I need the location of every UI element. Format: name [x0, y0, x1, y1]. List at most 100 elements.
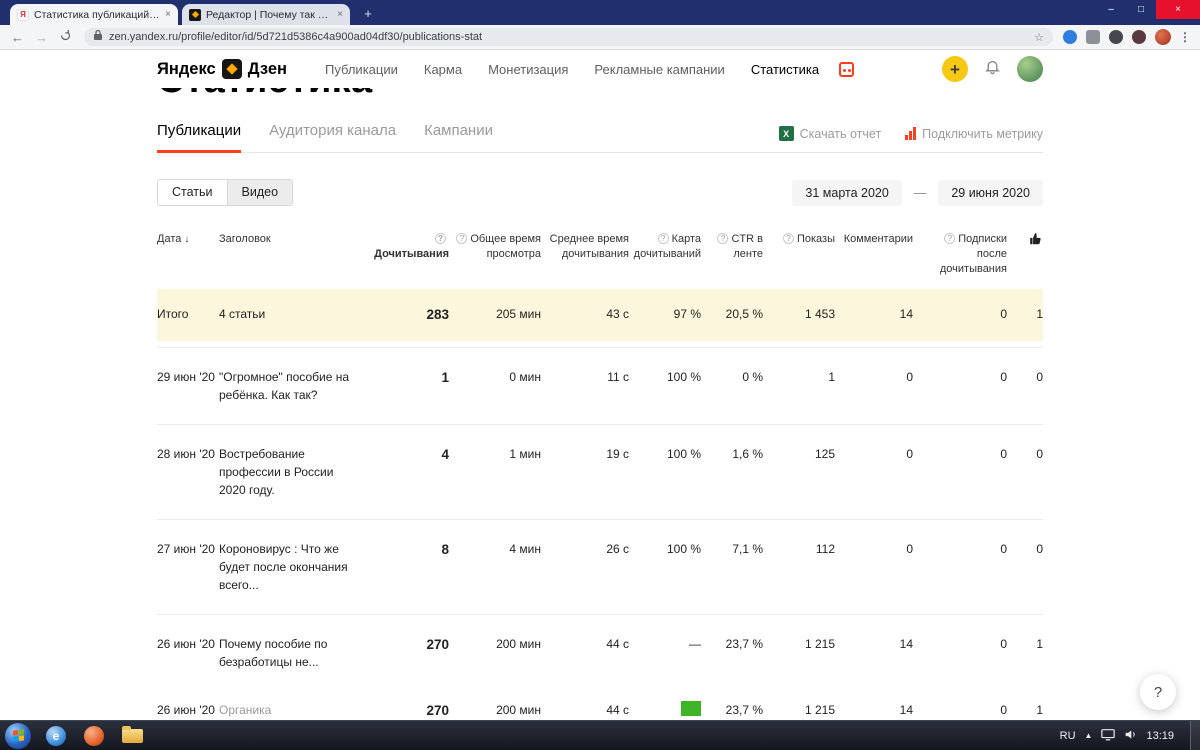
help-icon[interactable]: ?	[717, 233, 729, 244]
help-icon[interactable]: ?	[435, 233, 446, 244]
browser-tab-active[interactable]: Я Статистика публикаций | Яндекс ×	[10, 4, 178, 25]
refresh-icon[interactable]	[59, 29, 72, 45]
cell-likes: 0	[1036, 541, 1043, 556]
sort-desc-icon: ↓	[184, 234, 190, 245]
cell-reads: 4	[441, 446, 449, 462]
taskbar-app-1[interactable]: e	[43, 723, 69, 749]
cell-likes: 1	[1036, 306, 1043, 321]
nav-ad-campaigns[interactable]: Рекламные кампании	[594, 62, 724, 77]
cell-subscriptions: 0	[1000, 306, 1007, 321]
window-maximize-button[interactable]: □	[1126, 0, 1156, 19]
cell-read-map: 100 %	[666, 446, 701, 461]
date-to-picker[interactable]: 29 июня 2020	[938, 179, 1043, 206]
browser-profile-avatar[interactable]	[1155, 29, 1171, 45]
extensions-area	[1063, 29, 1171, 45]
col-date[interactable]: Дата ↓	[157, 232, 219, 277]
browser-menu-icon[interactable]: ⋮	[1179, 30, 1191, 44]
browser-tab-inactive[interactable]: Редактор | Почему так происход ×	[182, 4, 350, 25]
cell-subscriptions: 0	[1000, 446, 1007, 461]
cell-comments: 0	[906, 369, 913, 384]
nav-statistics[interactable]: Статистика	[751, 62, 819, 77]
help-icon[interactable]: ?	[782, 233, 794, 244]
network-monitor-icon[interactable]	[1101, 728, 1116, 744]
cell-date: 28 июн '20	[157, 446, 215, 461]
logo-yandex-text: Яндекс	[157, 59, 216, 78]
col-label: Дата	[157, 233, 182, 245]
back-icon[interactable]: ←	[11, 30, 24, 45]
tab-close-icon[interactable]: ×	[337, 9, 343, 20]
new-tab-button[interactable]: +	[360, 6, 376, 22]
read-map-bar	[680, 700, 701, 716]
tray-expand-icon[interactable]: ▲	[1085, 731, 1093, 740]
date-range-separator: —	[913, 185, 927, 200]
window-close-button[interactable]: ×	[1156, 0, 1200, 19]
language-indicator[interactable]: RU	[1060, 730, 1076, 742]
bookmark-star-icon[interactable]: ☆	[1034, 31, 1044, 44]
nav-monetization[interactable]: Монетизация	[488, 62, 568, 77]
window-minimize-button[interactable]: –	[1096, 0, 1126, 19]
forward-icon[interactable]: →	[35, 30, 48, 45]
start-button[interactable]	[5, 722, 31, 749]
filters-row: Статьи Видео 31 марта 2020 — 29 июня 202…	[157, 179, 1043, 206]
col-comments: Комментарии	[843, 233, 913, 245]
help-icon[interactable]: ?	[657, 233, 669, 244]
help-icon[interactable]: ?	[456, 233, 468, 244]
cell-title: 4 статьи	[219, 306, 266, 321]
address-bar[interactable]: zen.yandex.ru/profile/editor/id/5d721d53…	[84, 28, 1053, 46]
user-avatar[interactable]	[1017, 56, 1043, 82]
tab-campaigns[interactable]: Кампании	[424, 122, 493, 153]
site-header: Яндекс Дзен Публикации Карма Монетизация…	[0, 50, 1200, 88]
tab-publications[interactable]: Публикации	[157, 122, 242, 153]
table-row[interactable]: 26 июн '20 Почему пособие по безработицы…	[157, 613, 1043, 691]
col-reads[interactable]: ?Дочитывания	[369, 232, 449, 277]
cell-reads: 1	[441, 369, 449, 385]
extension-icon-3[interactable]	[1109, 30, 1123, 44]
cell-title: "Огромное" пособие на ребёнка. Как так?	[219, 369, 350, 402]
zen-widget-icon[interactable]	[839, 61, 855, 77]
cell-total-time: 205 мин	[496, 306, 541, 321]
yandex-favicon: Я	[17, 8, 29, 21]
clock[interactable]: 13:19	[1146, 730, 1174, 742]
help-icon[interactable]: ?	[944, 233, 956, 244]
volume-icon[interactable]	[1124, 728, 1137, 744]
date-from-picker[interactable]: 31 марта 2020	[792, 179, 902, 206]
col-shows[interactable]: ? Показы	[763, 232, 835, 277]
zen-logo[interactable]: Яндекс Дзен	[157, 59, 287, 79]
nav-karma[interactable]: Карма	[424, 62, 462, 77]
cell-subscriptions: 0	[1000, 369, 1007, 384]
col-subscriptions[interactable]: ? Подписки после дочитывания	[913, 232, 1007, 277]
tab-close-icon[interactable]: ×	[165, 9, 171, 20]
help-button[interactable]: ?	[1140, 674, 1176, 710]
show-desktop-button[interactable]	[1190, 720, 1200, 750]
cell-ctr: 20,5 %	[725, 306, 763, 321]
taskbar-app-2[interactable]	[81, 723, 107, 749]
taskbar-explorer[interactable]	[119, 723, 145, 749]
table-row[interactable]: 27 июн '20 Короновирус : Что же будет по…	[157, 518, 1043, 614]
connect-metrika-button[interactable]: Подключить метрику	[905, 127, 1043, 141]
extension-icon-2[interactable]	[1086, 30, 1100, 44]
table-row[interactable]: Итого 4 статьи 283 205 мин 43 с 97 % 20,…	[157, 288, 1043, 341]
table-row[interactable]: 29 июн '20 "Огромное" пособие на ребёнка…	[157, 346, 1043, 424]
col-read-map[interactable]: ? Карта дочитываний	[629, 232, 701, 277]
notifications-bell-icon[interactable]	[984, 58, 1001, 80]
cell-avg-time: 11 с	[607, 369, 629, 384]
col-total-time[interactable]: ? Общее время просмотра	[449, 232, 541, 277]
cell-read-map: —	[689, 636, 701, 651]
segment-articles[interactable]: Статьи	[158, 180, 227, 205]
segment-videos[interactable]: Видео	[226, 180, 293, 205]
nav-publications[interactable]: Публикации	[325, 62, 398, 77]
create-post-button[interactable]: +	[942, 56, 968, 82]
download-report-button[interactable]: X Скачать отчет	[778, 126, 881, 141]
table-row[interactable]: 28 июн '20 Востребование профессии в Рос…	[157, 423, 1043, 519]
cell-date: 27 июн '20	[157, 541, 215, 556]
zen-diamond-icon	[221, 59, 242, 79]
site-nav: Публикации Карма Монетизация Рекламные к…	[325, 62, 819, 77]
cell-title: Востребование профессии в России 2020 го…	[219, 446, 334, 497]
tab-audience[interactable]: Аудитория канала	[269, 122, 396, 153]
col-ctr[interactable]: ? CTR в ленте	[701, 232, 763, 277]
browser-window-strip: Я Статистика публикаций | Яндекс × Редак…	[0, 0, 1200, 25]
browser-toolbar: ← → zen.yandex.ru/profile/editor/id/5d72…	[0, 25, 1200, 50]
extension-icon-1[interactable]	[1063, 30, 1077, 44]
extension-icon-4[interactable]	[1132, 30, 1146, 44]
url-text: zen.yandex.ru/profile/editor/id/5d721d53…	[109, 31, 483, 43]
